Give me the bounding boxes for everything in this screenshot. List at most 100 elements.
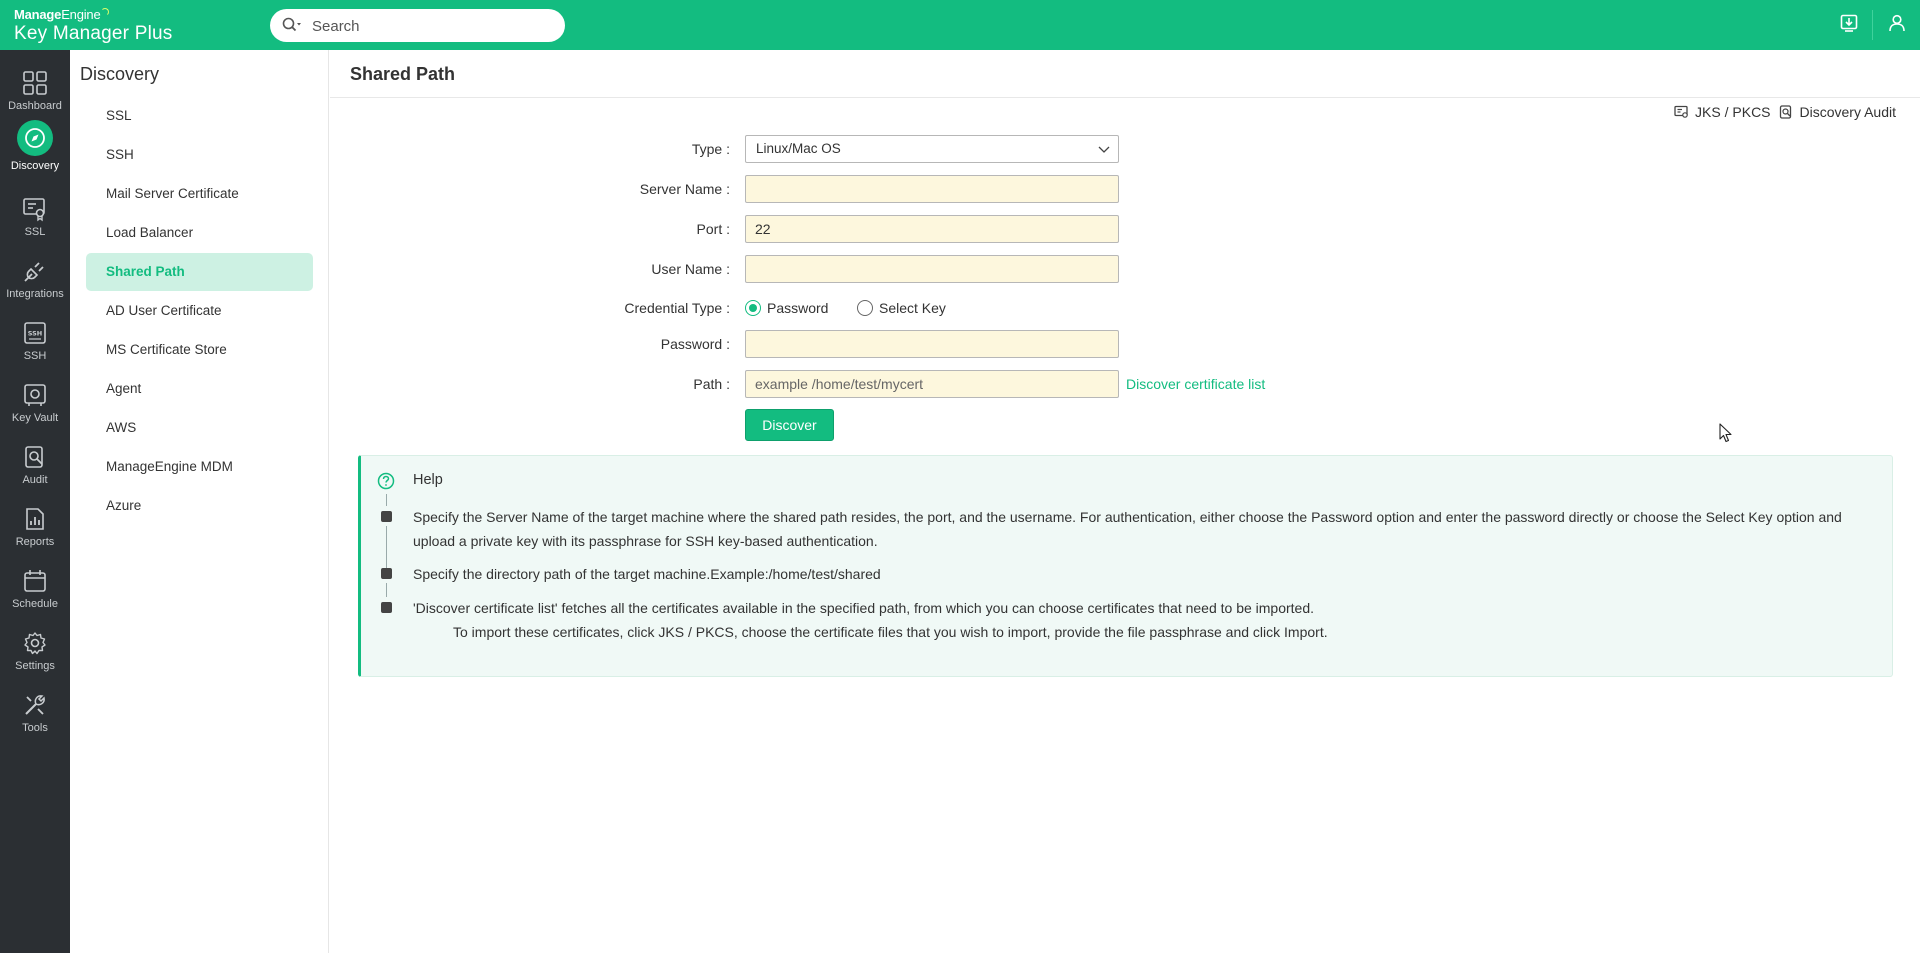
primary-nav: Dashboard Discovery SSL Integrations SSH… <box>0 50 70 953</box>
subnav-title: Discovery <box>80 64 160 84</box>
password-label: Password : <box>660 336 730 352</box>
help-bullet <box>381 602 392 613</box>
password-radio-label[interactable]: Password <box>767 294 828 322</box>
ssl-certificate-icon <box>23 198 45 222</box>
page-actions: JKS / PKCS Discovery Audit <box>1666 104 1896 120</box>
credential-type-label: Credential Type : <box>624 300 730 316</box>
select-key-radio-label[interactable]: Select Key <box>879 294 946 322</box>
subnav-item-load-balancer[interactable]: Load Balancer <box>86 214 313 252</box>
nav-key-vault[interactable]: Key Vault <box>0 372 70 432</box>
subnav-item-ms-certificate-store[interactable]: MS Certificate Store <box>86 331 313 369</box>
type-row: Type : Linux/Mac OS <box>330 135 1330 163</box>
port-input[interactable] <box>745 215 1119 243</box>
nav-schedule[interactable]: Schedule <box>0 558 70 618</box>
type-label: Type : <box>691 141 730 157</box>
subnav-item-mail-server-certificate[interactable]: Mail Server Certificate <box>86 175 313 213</box>
svg-text:SSH: SSH <box>28 330 43 338</box>
server-name-row: Server Name : <box>330 175 1330 203</box>
port-label: Port : <box>696 221 730 237</box>
help-timeline-line <box>386 583 387 597</box>
nav-ssh[interactable]: SSH SSH <box>0 310 70 370</box>
help-item-3-line-1: 'Discover certificate list' fetches all … <box>413 600 1315 616</box>
top-bar: ManageEngine Key Manager Plus <box>0 0 1920 50</box>
help-bullet <box>381 568 392 579</box>
brand-engine: Engine <box>61 7 101 22</box>
discovery-audit-link[interactable]: Discovery Audit <box>1779 104 1896 120</box>
subnav-item-shared-path[interactable]: Shared Path <box>86 253 313 291</box>
calendar-icon <box>24 570 46 592</box>
help-item-3-line-2: To import these certificates, click JKS … <box>453 624 1328 640</box>
jks-pkcs-link[interactable]: JKS / PKCS <box>1674 104 1771 120</box>
logo-arc-icon <box>101 8 110 16</box>
compass-icon <box>17 120 53 156</box>
nav-settings[interactable]: Settings <box>0 620 70 680</box>
subnav-item-ssl[interactable]: SSL <box>86 97 313 135</box>
dashboard-icon <box>23 71 47 95</box>
password-input[interactable] <box>745 330 1119 358</box>
nav-label: Discovery <box>10 160 60 172</box>
nav-label: SSH <box>23 350 47 362</box>
subnav-item-azure[interactable]: Azure <box>86 487 313 525</box>
nav-label: Integrations <box>6 288 64 300</box>
nav-reports[interactable]: Reports <box>0 496 70 556</box>
user-name-row: User Name : <box>330 255 1330 283</box>
help-title: Help <box>413 472 443 488</box>
topbar-divider <box>1872 10 1873 40</box>
path-row: Path : Discover certificate list <box>330 370 1430 398</box>
subnav-item-manageengine-mdm[interactable]: ManageEngine MDM <box>86 448 313 486</box>
help-item-2: Specify the directory path of the target… <box>413 566 881 582</box>
tools-icon <box>25 695 45 715</box>
subnav-item-ssh[interactable]: SSH <box>86 136 313 174</box>
nav-ssl[interactable]: SSL <box>0 186 70 246</box>
help-panel: Help Specify the Server Name of the targ… <box>358 455 1893 677</box>
nav-tools[interactable]: Tools <box>0 682 70 742</box>
password-row: Password : <box>330 330 1330 358</box>
server-name-input[interactable] <box>745 175 1119 203</box>
select-key-radio[interactable] <box>857 300 873 316</box>
subnav-item-agent[interactable]: Agent <box>86 370 313 408</box>
nav-dashboard[interactable]: Dashboard <box>0 60 70 120</box>
nav-label: Dashboard <box>8 100 62 112</box>
nav-discovery[interactable]: Discovery <box>0 116 70 176</box>
nav-label: Schedule <box>12 598 58 610</box>
discovery-audit-label: Discovery Audit <box>1799 104 1896 120</box>
search-input[interactable] <box>312 16 552 36</box>
page-header: Shared Path <box>330 50 1920 98</box>
type-selected-value: Linux/Mac OS <box>756 141 841 156</box>
type-select[interactable]: Linux/Mac OS <box>745 135 1119 163</box>
help-item-3: 'Discover certificate list' fetches all … <box>413 596 1853 644</box>
product-logo[interactable]: ManageEngine Key Manager Plus <box>14 8 172 43</box>
help-question-icon <box>376 471 396 496</box>
vault-icon <box>24 384 46 406</box>
brand-key-manager: Key Manager <box>14 23 130 44</box>
path-input[interactable] <box>745 370 1119 398</box>
help-bullet <box>381 511 392 522</box>
reports-icon <box>26 508 44 530</box>
user-name-label: User Name : <box>651 261 730 277</box>
discover-certificate-list-link[interactable]: Discover certificate list <box>1126 370 1265 398</box>
nav-integrations[interactable]: Integrations <box>0 248 70 308</box>
port-row: Port : <box>330 215 1330 243</box>
audit-icon <box>25 446 43 468</box>
user-name-input[interactable] <box>745 255 1119 283</box>
help-item-1: Specify the Server Name of the target ma… <box>413 509 1842 549</box>
subnav-item-aws[interactable]: AWS <box>86 409 313 447</box>
brand-plus: Plus <box>134 23 173 44</box>
nav-audit[interactable]: Audit <box>0 434 70 494</box>
nav-label: Audit <box>22 474 48 486</box>
download-agent-icon[interactable] <box>1840 14 1858 37</box>
subnav-item-ad-user-certificate[interactable]: AD User Certificate <box>86 292 313 330</box>
nav-label: Settings <box>15 660 55 672</box>
password-radio[interactable] <box>745 300 761 316</box>
path-label: Path : <box>693 376 730 392</box>
brand-manage: Manage <box>14 7 62 22</box>
server-name-label: Server Name : <box>639 181 730 197</box>
global-search[interactable] <box>270 9 565 42</box>
nav-label: SSL <box>24 226 46 238</box>
ssh-icon: SSH <box>24 322 46 344</box>
search-icon[interactable] <box>282 17 302 38</box>
discovery-subnav: Discovery SSL SSH Mail Server Certificat… <box>70 50 329 953</box>
discover-button[interactable]: Discover <box>745 409 834 441</box>
user-profile-icon[interactable] <box>1888 14 1906 37</box>
help-timeline-line <box>386 494 387 506</box>
